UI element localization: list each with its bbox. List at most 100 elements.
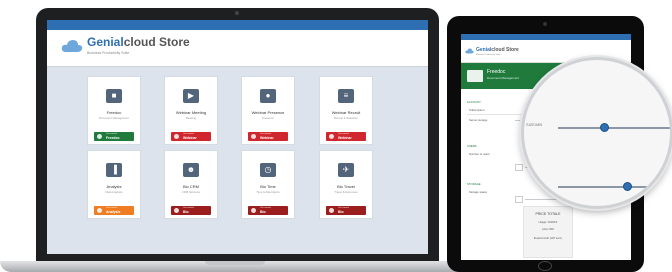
folder-icon — [467, 70, 483, 82]
button-label: Webinar — [260, 136, 274, 140]
magnifier-lens: SIZE/MB — [521, 57, 672, 209]
app-header: Genialcloud Store Business Productivity … — [47, 30, 428, 67]
price-summary: PRICE TOTALE Usage: ON/OFF price: €/M €/… — [523, 206, 573, 258]
button-caption: Get started — [106, 133, 117, 135]
laptop-notch — [205, 261, 265, 265]
folder-icon: ■ — [106, 89, 122, 103]
storage-stepper[interactable] — [515, 196, 523, 203]
subscription-label: Subscription — [469, 108, 485, 112]
tablet-cloud-logo-icon[interactable] — [465, 48, 474, 54]
storage-section-title: STORAGE — [467, 182, 481, 186]
tile-description: Document Management — [99, 116, 129, 120]
magnified-slider-knob[interactable] — [600, 123, 609, 132]
button-label: Bio — [338, 210, 344, 214]
tile-description: CRM Solutions — [181, 190, 201, 194]
tile-description: Meeting — [186, 116, 196, 120]
storage-space-label: Storage space — [469, 190, 488, 194]
document-list-icon: ≡ — [338, 89, 354, 103]
tile-name: Bio Time — [260, 184, 276, 189]
users-section-title: USERS — [467, 144, 477, 148]
laptop-camera — [235, 11, 239, 15]
button-icon — [97, 208, 102, 213]
product-tile[interactable]: ▐ Analysis Data Analysis Get started Analysi… — [87, 150, 141, 219]
button-icon — [174, 208, 179, 213]
button-caption: Get started — [106, 207, 117, 209]
product-tile[interactable]: ☻ Bio CRM CRM Solutions Get started Bio — [164, 150, 218, 219]
tile-name: Bio CRM — [182, 184, 199, 189]
tile-action-button[interactable]: Get started Webinar — [248, 132, 288, 141]
button-caption: Get started — [183, 133, 194, 135]
button-label: Analysis — [106, 210, 121, 214]
users-icon: ☻ — [183, 163, 199, 177]
tile-action-button[interactable]: Get started Webinar — [171, 132, 211, 141]
laptop-device: HOME LOGIN REGISTRATION CONTACTS PRICING… — [36, 8, 439, 261]
tile-description: Time & Attendance — [256, 190, 280, 194]
tablet-home-button[interactable] — [538, 261, 552, 271]
button-caption: Get started — [338, 133, 349, 135]
tile-name: Freedoc — [106, 110, 122, 115]
button-caption: Get started — [260, 133, 271, 135]
button-icon — [251, 134, 256, 139]
magnified-slider-knob[interactable] — [623, 182, 632, 191]
tile-action-button[interactable]: Get started Bio — [171, 206, 211, 215]
product-tile[interactable]: ▶ Webinar Meeting Meeting Get started Webina… — [164, 76, 218, 145]
users-stepper[interactable] — [515, 164, 523, 171]
tile-name: Webinar Meeting — [175, 110, 207, 115]
account-section-title: ACCOUNT — [467, 100, 481, 104]
tile-description: Presence — [262, 116, 274, 120]
video-camera-icon: ▶ — [183, 89, 199, 103]
button-icon — [251, 208, 256, 213]
product-tile[interactable]: ● Webinar Presence Presence Get started Webi… — [241, 76, 295, 145]
airplane-icon: ✈ — [338, 163, 354, 177]
tile-description: Recruit & Selection — [334, 116, 358, 120]
tile-description: Data Analysis — [105, 190, 123, 194]
top-nav-bar: HOME LOGIN REGISTRATION CONTACTS PRICING — [47, 20, 428, 34]
tile-action-button[interactable]: Get started Webinar — [326, 132, 366, 141]
brand-subtitle: Business Productivity Suite — [87, 51, 130, 55]
brand-title: Genialcloud Store — [87, 35, 190, 49]
magnified-label: SIZE/MB — [526, 122, 543, 127]
button-icon — [174, 134, 179, 139]
price-title: PRICE TOTALE — [535, 212, 561, 216]
tile-action-button[interactable]: Get started Bio — [326, 206, 366, 215]
cloud-logo-icon[interactable] — [61, 39, 83, 53]
button-label: Bio — [260, 210, 266, 214]
price-line: Usage: ON/OFF — [538, 221, 558, 224]
tablet-brand-subtitle: Business Productivity Suite — [476, 54, 501, 56]
tile-name: Analysis — [106, 184, 122, 189]
price-line: price: €/M — [542, 228, 554, 231]
product-name: Freedoc — [487, 69, 506, 75]
tile-description: Travel & Expenses — [334, 190, 358, 194]
button-caption: Get started — [183, 207, 194, 209]
product-tile[interactable]: ≡ Webinar Recruit Recruit & Selection Get s… — [319, 76, 373, 145]
magnified-slider-track[interactable] — [558, 127, 670, 129]
product-tile[interactable]: ✈ Bio Travel Travel & Expenses Get started B… — [319, 150, 373, 219]
tile-action-button[interactable]: Get started Freedoc — [94, 132, 134, 141]
button-caption: Get started — [260, 207, 271, 209]
button-label: Webinar — [183, 136, 197, 140]
chat-bubbles-icon: ● — [260, 89, 276, 103]
tablet-camera — [543, 22, 547, 26]
button-label: Bio — [183, 210, 189, 214]
product-tile[interactable]: ◷ Bio Time Time & Attendance Get started Bio — [241, 150, 295, 219]
number-of-users-label: Number of users — [469, 152, 490, 156]
price-line: €/user/month (VAT excl.) — [533, 237, 563, 240]
button-caption: Get started — [338, 207, 349, 209]
button-label: Freedoc — [106, 136, 120, 140]
laptop-screen: HOME LOGIN REGISTRATION CONTACTS PRICING… — [47, 20, 428, 254]
tile-name: Bio Travel — [337, 184, 355, 189]
button-icon — [329, 208, 334, 213]
server-storage-label: Server storage — [469, 118, 488, 122]
product-tile[interactable]: ■ Freedoc Document Management Get started Fr… — [87, 76, 141, 145]
tile-name: Webinar Recruit — [331, 110, 361, 115]
button-icon — [329, 134, 334, 139]
tablet-brand-title: Genialcloud Store — [476, 47, 519, 53]
magnified-slider-track[interactable] — [558, 186, 670, 188]
tile-action-button[interactable]: Get started Bio — [248, 206, 288, 215]
button-icon — [97, 134, 102, 139]
tile-action-button[interactable]: Get started Analysis — [94, 206, 134, 215]
button-label: Webinar — [338, 136, 352, 140]
clock-icon: ◷ — [260, 163, 276, 177]
bar-chart-icon: ▐ — [106, 163, 122, 177]
product-description: Document Management — [487, 76, 520, 80]
